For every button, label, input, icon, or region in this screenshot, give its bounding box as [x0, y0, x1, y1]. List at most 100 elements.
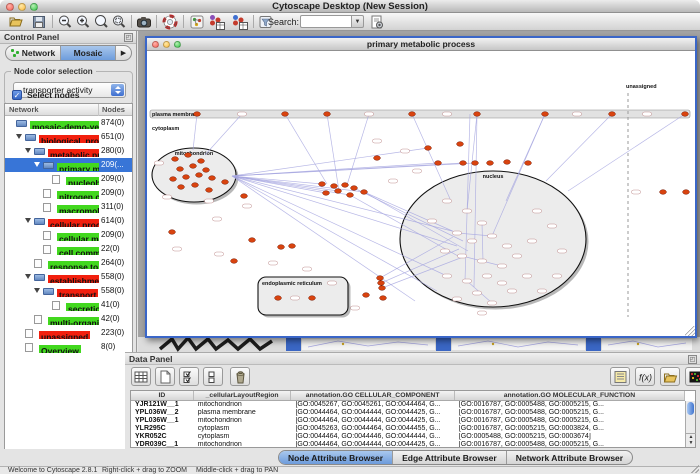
function-builder-icon[interactable]: f(x) [635, 367, 655, 386]
tree-row[interactable]: nitrogen compo209(0) [5, 186, 132, 200]
network-view-titlebar[interactable]: primary metabolic process [147, 38, 695, 51]
node-label-pill [443, 199, 452, 203]
network-node [192, 183, 199, 188]
network-node [425, 146, 432, 151]
tree-row[interactable]: response to stimulu264(0) [5, 256, 132, 270]
attribute-grid-icon[interactable] [131, 367, 151, 386]
disclosure-triangle-icon[interactable] [34, 288, 40, 293]
disclosure-triangle-icon[interactable] [16, 134, 22, 139]
vizmapper-node-icon[interactable] [208, 14, 224, 30]
table-column-header[interactable]: annotation.GO MOLECULAR_FUNCTION [455, 391, 685, 400]
tree-row[interactable]: transport558(0) [5, 284, 132, 298]
table-cell: mitochondrion [194, 401, 292, 409]
zoom-out-icon[interactable] [57, 14, 73, 30]
node-label-pill [478, 259, 487, 263]
save-icon[interactable] [31, 14, 47, 30]
table-row[interactable]: YJR121W__1mitochondrion[GO:0045267, GO:0… [131, 401, 685, 409]
node-label-pill [291, 296, 300, 300]
network-node [319, 182, 326, 187]
table-column-header[interactable]: annotation.GO CELLULAR_COMPONENT [291, 391, 454, 400]
disclosure-triangle-icon[interactable] [25, 148, 31, 153]
tree-row[interactable]: macromolecule311(0) [5, 200, 132, 214]
table-row[interactable]: YLR295Ccytoplasm[GO:0045263, GO:0044464,… [131, 425, 685, 433]
tree-row[interactable]: biological_process651(0) [5, 130, 132, 144]
tree-row[interactable]: unassigned223(0) [5, 326, 132, 340]
table-row[interactable]: YPL036W__2plasma membrane[GO:0044464, GO… [131, 409, 685, 417]
network-node [504, 160, 511, 165]
tree-row[interactable]: cellular metabo209(0) [5, 228, 132, 242]
network-node [374, 156, 381, 161]
tree-row[interactable]: cellular process614(0) [5, 214, 132, 228]
table-vertical-scrollbar[interactable]: ▲▼ [685, 401, 695, 447]
disclosure-triangle-icon[interactable] [25, 274, 31, 279]
page-icon [43, 189, 51, 199]
window-resize-grip[interactable] [685, 326, 695, 336]
table-header-row[interactable]: ID_cellularLayoutRegionannotation.GO CEL… [131, 391, 685, 401]
table-row[interactable]: YKR052Ccytoplasm[GO:0044464, GO:0044446,… [131, 433, 685, 441]
tree-row[interactable]: Overview8(0) [5, 340, 132, 354]
tab-edge-attribute-browser[interactable]: Edge Attribute Browser [393, 451, 507, 464]
tree-col-nodes[interactable]: Nodes [102, 105, 125, 114]
node-label-pill [401, 149, 410, 153]
tree-row[interactable]: establishment of lo558(0) [5, 270, 132, 284]
delete-attribute-icon[interactable] [230, 367, 250, 386]
table-cell: [GO:0005488, GO:0005215, GO:0003674] [455, 433, 685, 441]
app-resize-grip[interactable] [691, 465, 699, 473]
node-label-pill [453, 297, 462, 301]
tab-mosaic[interactable]: Mosaic [61, 46, 116, 60]
main-toolbar: Search: ▼ [0, 13, 700, 31]
tab-network-attribute-browser[interactable]: Network Attribute Browser [507, 451, 632, 464]
select-nodes-checkbox[interactable]: ✓ [12, 90, 22, 100]
select-attributes-icon[interactable] [179, 367, 199, 386]
zoom-in-icon[interactable] [75, 14, 91, 30]
search-dropdown-button[interactable]: ▼ [352, 15, 364, 28]
node-label-pill [478, 311, 487, 315]
scrollbar-arrows[interactable]: ▲▼ [686, 433, 696, 447]
node-label-pill [463, 209, 472, 213]
table-column-header[interactable]: ID [131, 391, 194, 400]
network-canvas[interactable]: plasma membranecytoplasmmitochondrionnuc… [147, 51, 695, 338]
tree-row[interactable]: primary metabo209(... [5, 158, 132, 172]
open-file-icon[interactable] [8, 14, 24, 30]
folder-icon [43, 288, 54, 296]
network-node [323, 191, 330, 196]
tree-row[interactable]: multi-organism pro42(0) [5, 312, 132, 326]
matrix-view-icon[interactable] [685, 367, 700, 386]
disclosure-triangle-icon[interactable] [25, 218, 31, 223]
tree-row-label: multi-organism pro [48, 317, 99, 325]
import-attributes-icon[interactable] [660, 367, 680, 386]
network-node [172, 157, 179, 162]
help-lifesaver-icon[interactable] [162, 14, 178, 30]
tree-row[interactable]: cell communicat22(0) [5, 242, 132, 256]
attribute-list-icon[interactable] [610, 367, 630, 386]
table-column-header[interactable]: _cellularLayoutRegion [194, 391, 292, 400]
table-cell: YKR052C [131, 433, 194, 441]
tab-network[interactable]: Network [6, 46, 61, 60]
tab-node-attribute-browser[interactable]: Node Attribute Browser [279, 451, 393, 464]
disclosure-triangle-icon[interactable] [34, 162, 40, 167]
zoom-selected-icon[interactable] [111, 14, 127, 30]
table-row[interactable]: YPL036W__1mitochondrion[GO:0044464, GO:0… [131, 417, 685, 425]
table-row[interactable]: YDR039C__1mitochondrion[GO:0044464, GO:0… [131, 441, 685, 447]
app-titlebar: Cytoscape Desktop (New Session) [0, 0, 700, 13]
new-attribute-icon[interactable] [155, 367, 175, 386]
tree-col-network[interactable]: Network [9, 105, 39, 114]
scrollbar-thumb[interactable] [687, 402, 694, 415]
unselect-attributes-icon[interactable] [203, 367, 223, 386]
float-panel-icon[interactable]: ◰ [124, 33, 133, 42]
tree-row[interactable]: metabolic process280(0) [5, 144, 132, 158]
search-settings-icon[interactable] [369, 14, 385, 30]
snapshot-camera-icon[interactable] [136, 14, 152, 30]
zoom-fit-icon[interactable] [93, 14, 109, 30]
search-input[interactable] [300, 15, 352, 28]
layout-icon[interactable] [189, 14, 205, 30]
float-panel-icon[interactable]: ◰ [688, 355, 697, 364]
vizmapper-edge-icon[interactable] [231, 14, 247, 30]
tree-row[interactable]: mosaic-demo-yeast874(0) [5, 116, 132, 130]
node-label-pill [573, 112, 582, 116]
tree-row[interactable]: secretion41(0) [5, 298, 132, 312]
tab-overflow-arrow[interactable]: ▶ [116, 46, 131, 60]
network-node [660, 190, 667, 195]
node-label-pill [428, 219, 437, 223]
tree-row[interactable]: nucleobase-209(0) [5, 172, 132, 186]
